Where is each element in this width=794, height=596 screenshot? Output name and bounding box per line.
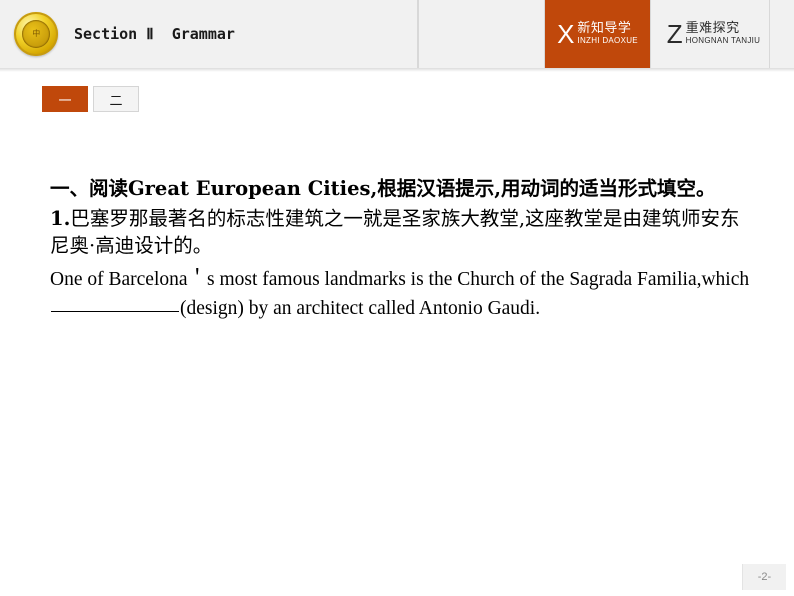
nav-label-group-xinzhi: 新知导学 INZHI DAOXUE [577, 22, 638, 45]
question-english-part-1: One of Barcelona＇s most famous landmarks… [50, 269, 750, 291]
gold-seal-logo-icon: 中 [14, 12, 58, 56]
question-english-sentence: One of Barcelona＇s most famous landmarks… [50, 266, 750, 323]
nav-button-hongnan-tanjiu[interactable]: Z 重难探究 HONGNAN TANJIU [658, 0, 770, 68]
page-number-badge: -2- [742, 564, 786, 590]
nav-letter-z-icon: Z [666, 19, 683, 49]
answer-blank[interactable] [51, 310, 179, 312]
header-left-group: 中 Section Ⅱ Grammar [0, 0, 418, 68]
tab-one[interactable]: 一 [42, 86, 88, 112]
nav-button-xinzhi-daoxue[interactable]: X 新知导学 INZHI DAOXUE [545, 0, 650, 68]
tab-two[interactable]: 二 [93, 86, 139, 112]
page-header: 中 Section Ⅱ Grammar X 新知导学 INZHI DAOXUE … [0, 0, 794, 68]
nav-label-en-hongnan: HONGNAN TANJIU [685, 36, 761, 46]
header-divider-1 [418, 0, 419, 68]
question-chinese-text: 巴塞罗那最著名的标志性建筑之一就是圣家族大教堂,这座教堂是由建筑师安东尼奥·高迪… [50, 206, 740, 258]
nav-label-cn-hongnan: 重难探究 [685, 21, 740, 37]
logo-inner-mark: 中 [32, 29, 40, 38]
page-title: Section Ⅱ Grammar [74, 25, 235, 43]
nav-label-cn-xinzhi: 新知导学 [577, 21, 632, 37]
question-english-part-2: (design) by an architect called Antonio … [180, 297, 541, 319]
exercise-heading: 一、阅读Great European Cities,根据汉语提示,用动词的适当形… [50, 177, 716, 200]
question-chinese-prompt: 1.巴塞罗那最著名的标志性建筑之一就是圣家族大教堂,这座教堂是由建筑师安东尼奥·… [50, 205, 750, 260]
nav-label-group-hongnan: 重难探究 HONGNAN TANJIU [686, 22, 761, 45]
nav-label-en-xinzhi: INZHI DAOXUE [577, 36, 638, 46]
nav-button-xinzhi-inner: X 新知导学 INZHI DAOXUE [557, 21, 638, 47]
nav-letter-x-icon: X [557, 19, 575, 49]
question-number: 1. [50, 206, 71, 230]
section-tabs: 一 二 [42, 86, 139, 112]
header-divider-3 [650, 0, 651, 68]
header-shadow [0, 68, 794, 72]
main-content: 一、阅读Great European Cities,根据汉语提示,用动词的适当形… [50, 175, 750, 323]
nav-button-hongnan-inner: Z 重难探究 HONGNAN TANJIU [667, 21, 760, 47]
